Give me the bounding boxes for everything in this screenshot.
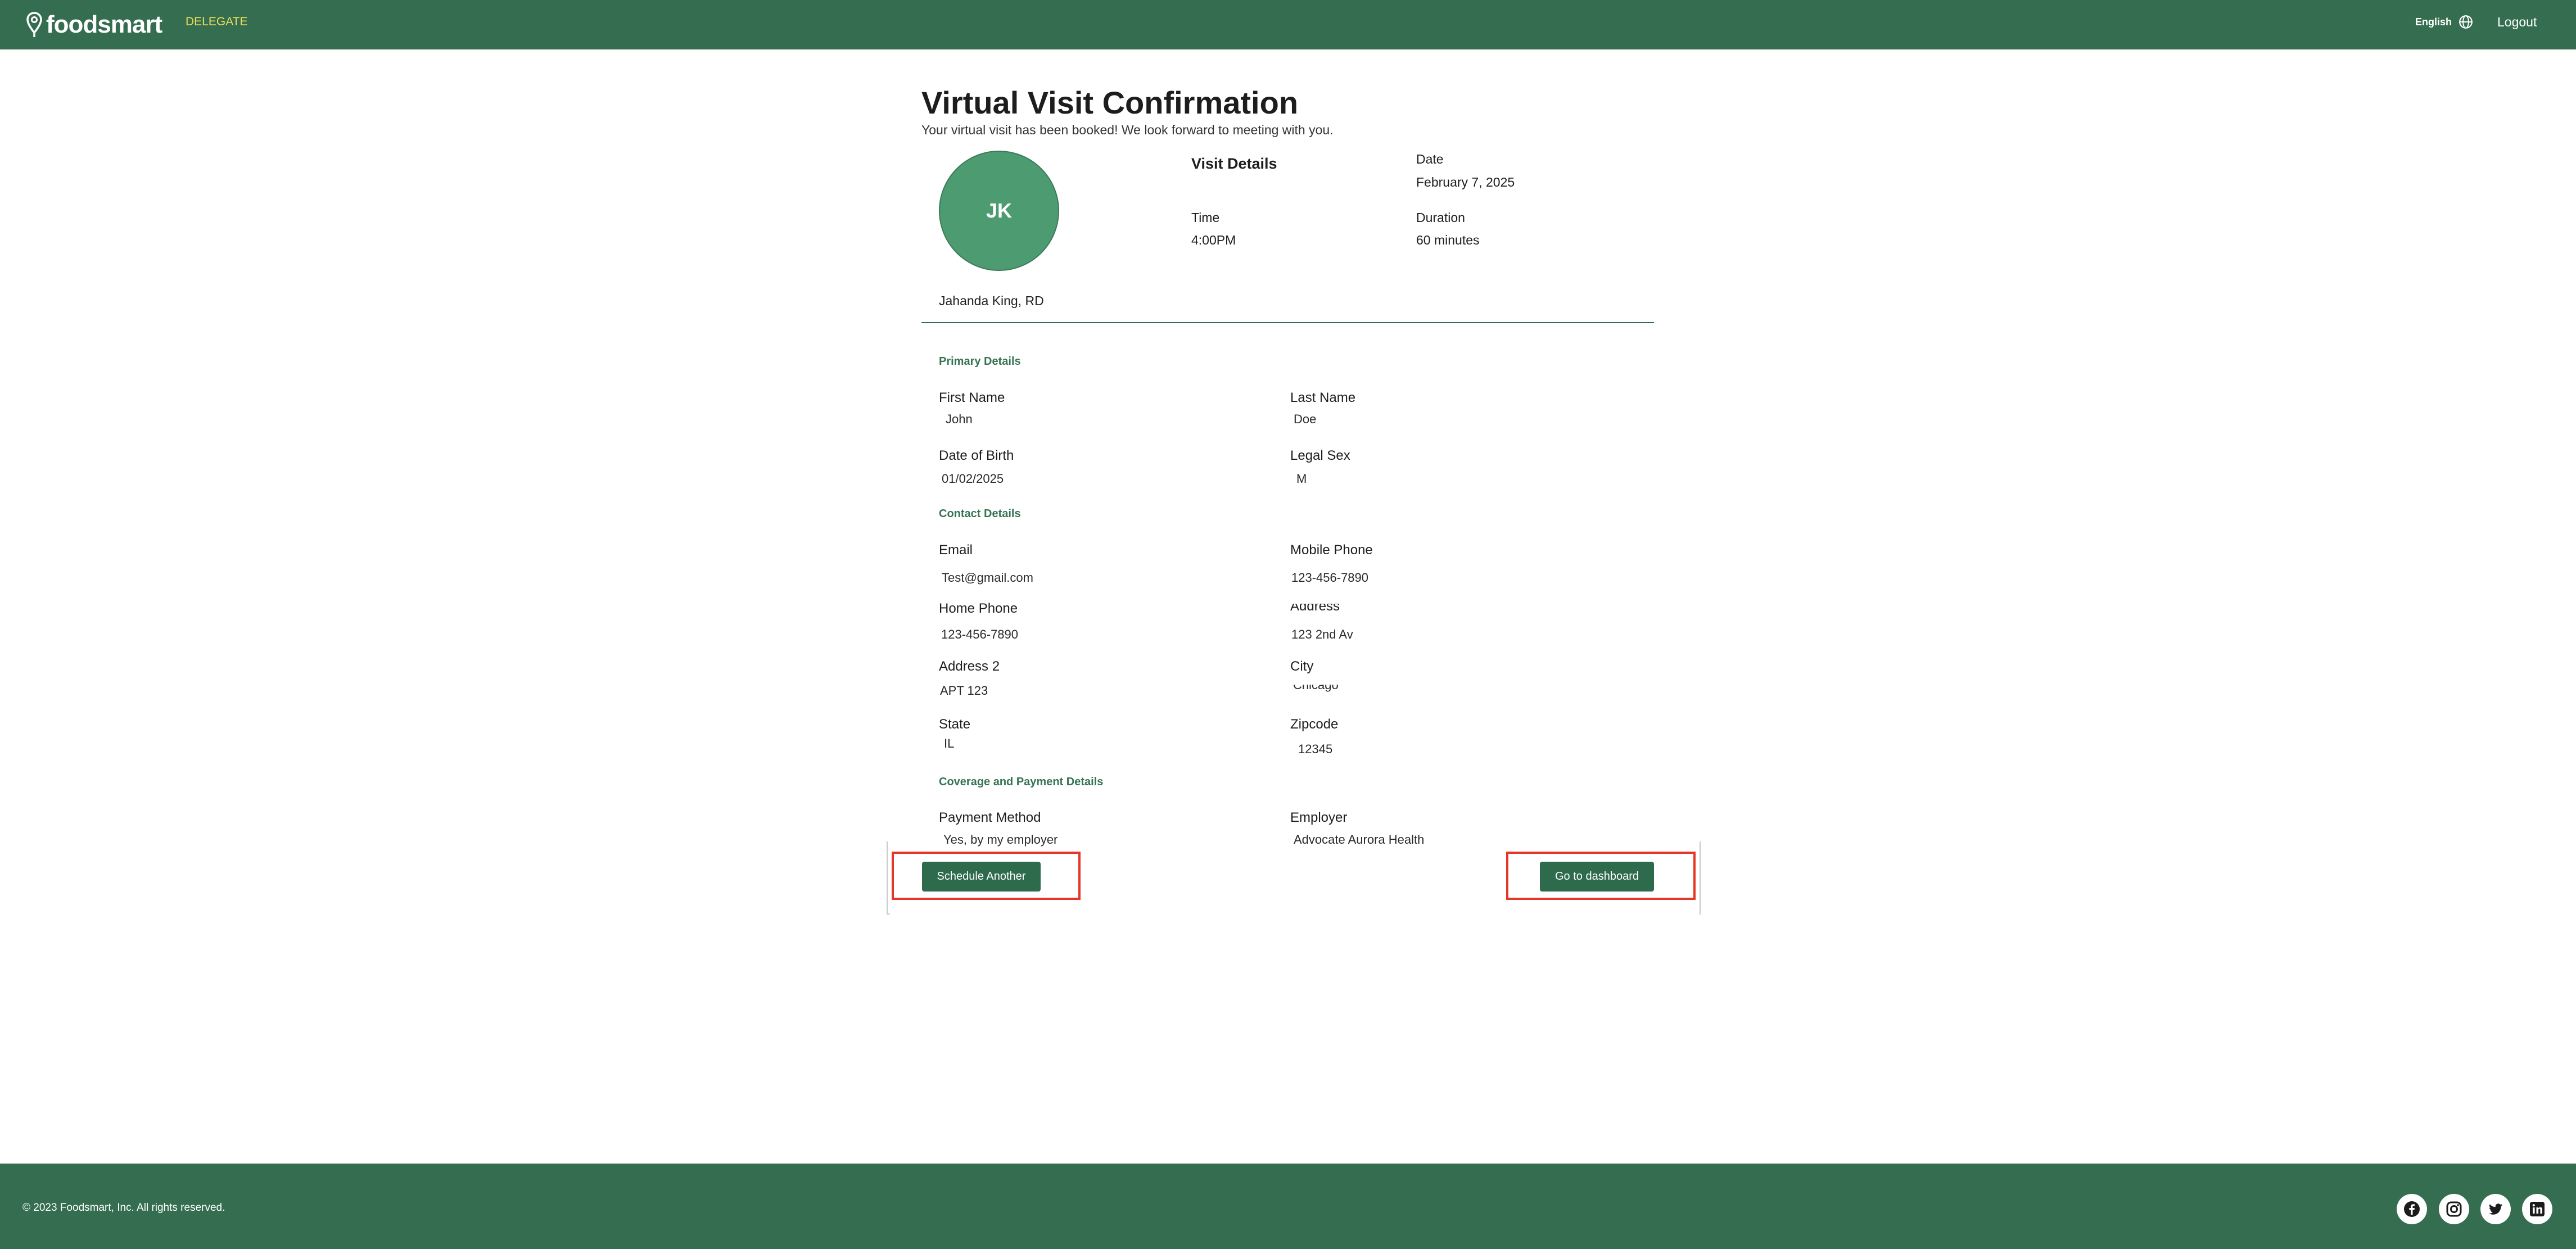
address-field[interactable]: 123 2nd Av [1291, 626, 1353, 643]
home-phone-label: Home Phone [939, 601, 1018, 616]
copyright-text: © 2023 Foodsmart, Inc. All rights reserv… [22, 1202, 225, 1214]
visit-time-value: 4:00PM [1191, 233, 1236, 247]
zipcode-field[interactable]: 12345 [1298, 741, 1332, 758]
home-phone-field[interactable]: 123-456-7890 [941, 626, 1018, 643]
last-name-label: Last Name [1290, 390, 1356, 405]
language-selector[interactable]: English [2415, 13, 2473, 30]
twitter-icon [2489, 1203, 2502, 1215]
payment-method-field[interactable]: Yes, by my employer [943, 831, 1057, 848]
email-field[interactable]: Test@gmail.com [942, 569, 1033, 586]
logout-link[interactable]: Logout [2497, 13, 2537, 31]
employer-label: Employer [1290, 810, 1348, 825]
first-name-field[interactable]: John [946, 411, 973, 428]
mobile-phone-field[interactable]: 123-456-7890 [1291, 569, 1368, 586]
legal-sex-field[interactable]: M [1296, 470, 1307, 487]
frame-edge-left [887, 841, 888, 915]
location-pin-icon [26, 12, 42, 37]
page-subtitle: Your virtual visit has been booked! We l… [921, 123, 1334, 137]
visit-duration-label: Duration [1416, 210, 1465, 225]
facebook-link[interactable] [2397, 1194, 2427, 1224]
foodsmart-logo[interactable]: foodsmart [26, 8, 162, 42]
instagram-link[interactable] [2439, 1194, 2469, 1224]
frame-edge-right [1700, 841, 1701, 915]
visit-date-label: Date [1416, 152, 1444, 166]
zipcode-label: Zipcode [1290, 717, 1339, 732]
address-label: Address [1290, 604, 1340, 614]
facebook-icon [2404, 1201, 2420, 1217]
state-field[interactable]: IL [944, 735, 954, 752]
coverage-details-heading: Coverage and Payment Details [939, 776, 1104, 788]
visit-duration-value: 60 minutes [1416, 233, 1480, 247]
payment-method-label: Payment Method [939, 810, 1041, 825]
avatar-initials: JK [986, 199, 1013, 222]
last-name-field[interactable]: Doe [1294, 411, 1316, 428]
section-divider [921, 322, 1654, 323]
mobile-phone-label: Mobile Phone [1290, 542, 1373, 558]
linkedin-icon [2530, 1202, 2545, 1216]
employer-field[interactable]: Advocate Aurora Health [1294, 831, 1424, 848]
delegate-link[interactable]: DELEGATE [186, 13, 247, 30]
page-footer: © 2023 Foodsmart, Inc. All rights reserv… [0, 1164, 2576, 1249]
provider-name: Jahanda King, RD [939, 293, 1044, 308]
first-name-label: First Name [939, 390, 1005, 405]
page-title: Virtual Visit Confirmation [921, 85, 1299, 120]
schedule-another-button[interactable]: Schedule Another [922, 862, 1041, 892]
go-to-dashboard-button[interactable]: Go to dashboard [1540, 862, 1654, 892]
state-label: State [939, 717, 971, 732]
address2-field[interactable]: APT 123 [940, 682, 988, 699]
logo-text: foodsmart [46, 11, 162, 38]
visit-details-heading: Visit Details [1191, 155, 1277, 172]
contact-details-heading: Contact Details [939, 508, 1021, 520]
address2-label: Address 2 [939, 659, 1000, 674]
frame-corner-left [887, 913, 890, 915]
visit-time-label: Time [1191, 210, 1220, 225]
twitter-link[interactable] [2480, 1194, 2511, 1224]
visit-date-value: February 7, 2025 [1416, 175, 1515, 189]
dob-field[interactable]: 01/02/2025 [942, 470, 1004, 487]
linkedin-link[interactable] [2522, 1194, 2552, 1224]
language-label: English [2415, 16, 2452, 28]
primary-details-heading: Primary Details [939, 355, 1021, 368]
provider-avatar: JK [939, 151, 1059, 271]
email-label: Email [939, 542, 973, 558]
globe-icon [2459, 15, 2473, 29]
dob-label: Date of Birth [939, 448, 1014, 463]
instagram-icon [2446, 1201, 2462, 1217]
city-label: City [1290, 659, 1314, 674]
legal-sex-label: Legal Sex [1290, 448, 1350, 463]
top-nav-bar: foodsmart DELEGATE English Logout [0, 0, 2576, 49]
city-field[interactable]: Chicago [1293, 685, 1339, 694]
